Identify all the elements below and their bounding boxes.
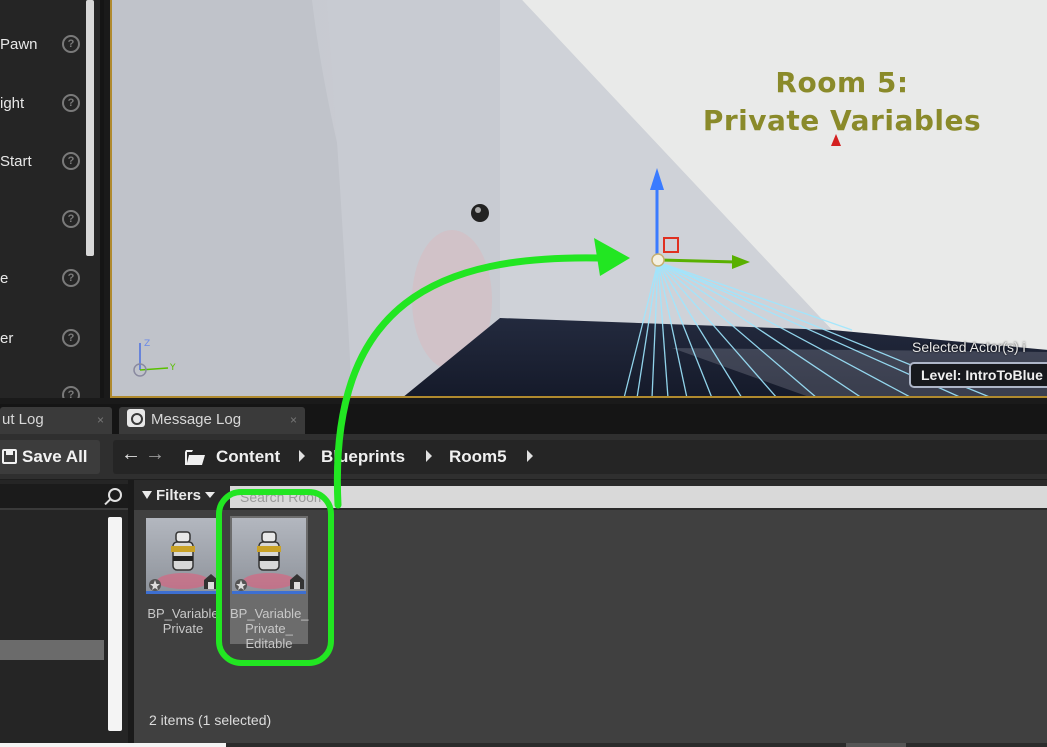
breadcrumb-content[interactable]: Content xyxy=(216,447,280,467)
room-title-text: Room 5: Private Variables xyxy=(692,64,992,140)
scrollbar-thumb[interactable] xyxy=(846,743,906,747)
level-indicator: Level: IntroToBlue xyxy=(909,362,1047,388)
help-icon[interactable]: ? xyxy=(62,386,80,398)
breadcrumb-chevron-icon[interactable] xyxy=(527,450,533,462)
level-viewport[interactable]: Z Y Room 5: Private Variables Selected A… xyxy=(110,0,1047,398)
filters-label: Filters xyxy=(156,487,202,504)
breadcrumb-chevron-icon[interactable] xyxy=(426,450,432,462)
breadcrumb: ← → Content Blueprints Room5 xyxy=(113,440,1047,474)
actor-item-player-start[interactable]: Start ? xyxy=(0,147,86,177)
actor-item-light[interactable]: ight ? xyxy=(0,89,86,119)
asset-search-input[interactable]: Search Room xyxy=(230,486,1047,508)
level-label: Level: xyxy=(921,367,962,383)
help-icon[interactable]: ? xyxy=(62,210,80,228)
breadcrumb-blueprints[interactable]: Blueprints xyxy=(321,447,405,467)
viewport-scene: Z Y xyxy=(112,0,1047,396)
help-icon[interactable]: ? xyxy=(62,94,80,112)
save-all-label: Save All xyxy=(22,447,88,466)
arrow-right-icon[interactable]: → xyxy=(145,443,165,466)
actor-item-label: er xyxy=(0,330,14,347)
actor-item-label: Pawn xyxy=(0,36,38,53)
tab-label: ut Log xyxy=(2,411,44,428)
actor-item-label: ight xyxy=(0,95,25,112)
asset-tile[interactable]: BP_Variable Private xyxy=(144,516,222,644)
save-icon xyxy=(2,449,17,464)
filters-button[interactable]: Filters xyxy=(142,485,216,507)
message-log-icon xyxy=(127,409,145,427)
save-all-button[interactable]: Save All xyxy=(0,440,100,474)
blueprint-thumbnail xyxy=(146,518,220,594)
room-title-line2: Private Variables xyxy=(702,104,982,137)
bottom-tab-strip: ut Log × Message Log × xyxy=(0,404,1047,434)
editor-window: Pawn ? ight ? Start ? ? e ? er ? ? Z Y R… xyxy=(0,0,1047,747)
panel-divider[interactable] xyxy=(100,0,104,398)
folder-icon xyxy=(185,450,205,465)
asset-name: BP_Variable Private xyxy=(147,606,219,636)
search-icon[interactable] xyxy=(108,488,122,502)
level-value: IntroToBlue xyxy=(965,367,1043,383)
tab-message-log[interactable]: Message Log × xyxy=(119,407,305,434)
folder-tree-selected-row[interactable] xyxy=(0,640,104,660)
axis-y-label: Y xyxy=(169,363,176,373)
help-icon[interactable]: ? xyxy=(62,329,80,347)
chevron-down-icon xyxy=(205,492,216,498)
asset-count-status: 2 items (1 selected) xyxy=(149,712,272,728)
close-icon[interactable]: × xyxy=(97,407,104,433)
content-browser-toolbar: Save All ← → Content Blueprints Room5 xyxy=(0,434,1047,480)
breadcrumb-chevron-icon[interactable] xyxy=(299,450,305,462)
help-icon[interactable]: ? xyxy=(62,269,80,287)
actor-item[interactable]: e ? xyxy=(0,264,86,294)
actor-item-label: e xyxy=(0,270,9,287)
tab-label: Message Log xyxy=(151,411,242,428)
blueprint-actor-icon xyxy=(235,531,304,591)
scrollbar-thumb[interactable] xyxy=(86,0,94,256)
help-icon[interactable]: ? xyxy=(62,152,80,170)
asset-tile-selected[interactable]: BP_Variable_ Private_ Editable xyxy=(230,516,309,651)
actor-item-pawn[interactable]: Pawn ? xyxy=(0,30,86,60)
arrow-left-icon[interactable]: ← xyxy=(121,443,141,466)
actor-item[interactable]: er ? xyxy=(0,324,86,354)
actor-item-label: Start xyxy=(0,153,32,170)
bottom-scrollbar[interactable] xyxy=(0,743,1047,747)
help-icon[interactable]: ? xyxy=(62,35,80,53)
asset-name: BP_Variable_ Private_ Editable xyxy=(230,606,309,651)
actor-item[interactable]: ? xyxy=(0,205,86,235)
tab-output-log[interactable]: ut Log × xyxy=(0,407,112,434)
sources-search-input[interactable] xyxy=(0,484,128,510)
sources-panel xyxy=(0,480,128,743)
filter-icon xyxy=(142,491,152,499)
selected-actors-readout: Selected Actor(s) i xyxy=(912,339,1026,355)
actor-item[interactable]: ? xyxy=(0,381,86,398)
scrollbar-thumb[interactable] xyxy=(108,517,122,731)
blueprint-thumbnail xyxy=(232,518,306,594)
breadcrumb-room5[interactable]: Room5 xyxy=(449,447,507,467)
place-actors-panel: Pawn ? ight ? Start ? ? e ? er ? ? xyxy=(0,0,104,398)
axis-z-label: Z xyxy=(144,339,150,349)
blueprint-actor-icon xyxy=(149,531,218,591)
asset-view: Filters Search Room BP_Variable Private xyxy=(134,480,1047,743)
room-title-line1: Room 5: xyxy=(775,66,909,99)
close-icon[interactable]: × xyxy=(290,407,297,433)
scrollbar-thumb[interactable] xyxy=(0,743,226,747)
